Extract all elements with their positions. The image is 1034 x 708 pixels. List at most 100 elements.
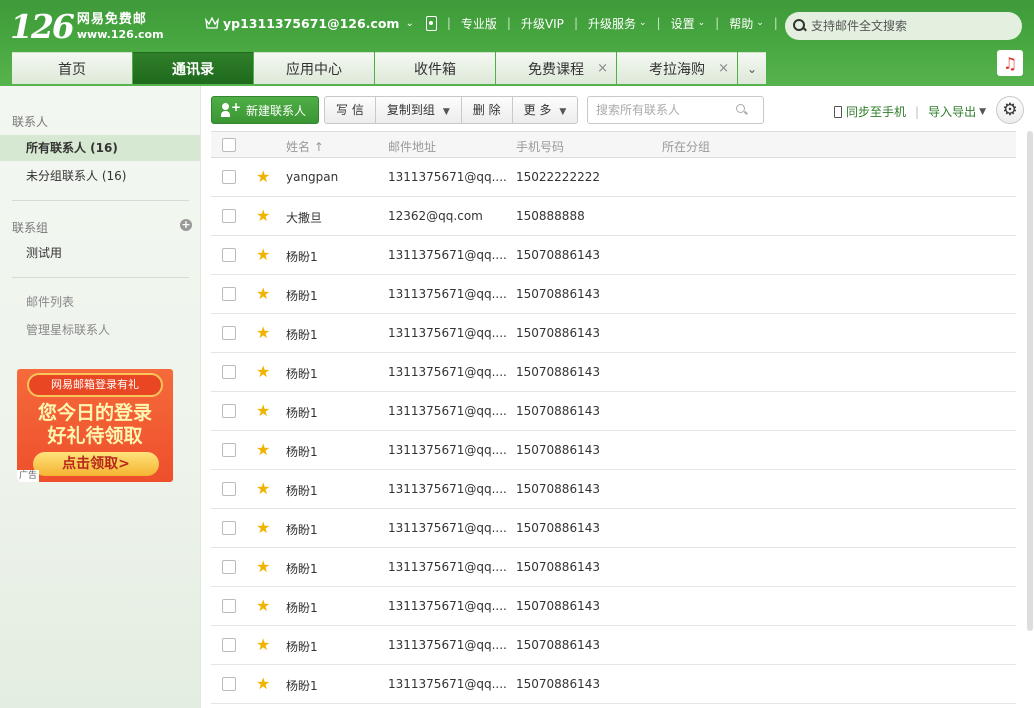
table-row[interactable]: ★ 杨盼1 1311375671@qq.... 15070886143 xyxy=(211,275,1016,314)
contact-name[interactable]: 杨盼1 xyxy=(286,287,318,304)
tabs-more-chevron-icon[interactable]: ⌄ xyxy=(738,52,766,84)
table-row[interactable]: ★ 杨盼1 1311375671@qq.... 15070886143 xyxy=(211,353,1016,392)
contact-name[interactable]: 杨盼1 xyxy=(286,677,318,694)
star-icon[interactable]: ★ xyxy=(256,207,270,225)
row-checkbox[interactable] xyxy=(222,638,236,652)
contact-name[interactable]: 杨盼1 xyxy=(286,326,318,343)
table-row[interactable]: ★ 杨盼1 1311375671@qq.... 15070886143 xyxy=(211,548,1016,587)
table-row[interactable]: ★ 杨盼1 1311375671@qq.... 15070886143 xyxy=(211,236,1016,275)
row-checkbox[interactable] xyxy=(222,326,236,340)
select-all-checkbox[interactable] xyxy=(222,138,236,152)
row-checkbox[interactable] xyxy=(222,404,236,418)
sync-to-phone-link[interactable]: 同步至手机 xyxy=(846,103,906,120)
header-name[interactable]: 姓名 ↑ xyxy=(286,138,324,155)
star-icon[interactable]: ★ xyxy=(256,363,270,381)
row-checkbox[interactable] xyxy=(222,521,236,535)
table-row[interactable]: ★ 杨盼1 1311375671@qq.... 15070886143 xyxy=(211,392,1016,431)
sidebar-item-group[interactable]: 测试用 xyxy=(0,240,200,266)
close-icon[interactable]: × xyxy=(597,61,608,76)
link-pro[interactable]: 专业版 xyxy=(461,15,497,32)
tab-home[interactable]: 首页 xyxy=(12,52,132,84)
star-icon[interactable]: ★ xyxy=(256,597,270,615)
contact-search-box[interactable] xyxy=(587,96,764,124)
sidebar-item-ungrouped[interactable]: 未分组联系人 (16) xyxy=(0,163,200,189)
contact-name[interactable]: 杨盼1 xyxy=(286,404,318,421)
contact-name[interactable]: 杨盼1 xyxy=(286,560,318,577)
row-checkbox[interactable] xyxy=(222,560,236,574)
star-icon[interactable]: ★ xyxy=(256,441,270,459)
header-group[interactable]: 所在分组 xyxy=(662,138,710,155)
link-settings[interactable]: 设置 xyxy=(671,15,695,32)
row-checkbox[interactable] xyxy=(222,209,236,223)
mail-search-input[interactable] xyxy=(811,19,1011,33)
tab-inbox[interactable]: 收件箱 xyxy=(375,52,495,84)
contact-name[interactable]: 杨盼1 xyxy=(286,599,318,616)
user-menu-chevron-icon[interactable]: ⌄ xyxy=(405,18,413,29)
table-row[interactable]: ★ 杨盼1 1311375671@qq.... 15070886143 xyxy=(211,587,1016,626)
link-help[interactable]: 帮助 xyxy=(729,15,753,32)
contact-name[interactable]: 杨盼1 xyxy=(286,248,318,265)
star-icon[interactable]: ★ xyxy=(256,519,270,537)
contact-name[interactable]: 杨盼1 xyxy=(286,482,318,499)
tab-app-center[interactable]: 应用中心 xyxy=(254,52,374,84)
contact-name[interactable]: 杨盼1 xyxy=(286,443,318,460)
table-row[interactable]: ★ 杨盼1 1311375671@qq.... 15070886143 xyxy=(211,665,1016,704)
header-email[interactable]: 邮件地址 xyxy=(388,138,436,155)
tab-kaola[interactable]: 考拉海购 × xyxy=(617,52,737,84)
promo-claim-button[interactable]: 点击领取> xyxy=(33,452,159,476)
import-export-link[interactable]: 导入导出 xyxy=(928,103,976,120)
star-icon[interactable]: ★ xyxy=(256,285,270,303)
search-icon[interactable] xyxy=(736,104,748,116)
logo[interactable]: 126 网易免费邮 www.126.com xyxy=(10,8,164,46)
header-phone[interactable]: 手机号码 xyxy=(516,138,564,155)
contact-search-input[interactable] xyxy=(596,103,736,117)
tab-contacts[interactable]: 通讯录 xyxy=(133,52,253,84)
contact-name[interactable]: 大撒旦 xyxy=(286,209,322,226)
tab-free-course[interactable]: 免费课程 × xyxy=(496,52,616,84)
star-icon[interactable]: ★ xyxy=(256,324,270,342)
delete-button[interactable]: 删 除 xyxy=(462,97,513,123)
row-checkbox[interactable] xyxy=(222,599,236,613)
star-icon[interactable]: ★ xyxy=(256,480,270,498)
music-icon[interactable]: ♫ xyxy=(997,50,1023,76)
more-button[interactable]: 更 多 ▼ xyxy=(513,97,578,123)
copy-to-group-button[interactable]: 复制到组 ▼ xyxy=(376,97,462,123)
contact-name[interactable]: 杨盼1 xyxy=(286,521,318,538)
star-icon[interactable]: ★ xyxy=(256,558,270,576)
contact-name[interactable]: yangpan xyxy=(286,170,338,184)
write-mail-button[interactable]: 写 信 xyxy=(325,97,376,123)
scrollbar[interactable] xyxy=(1027,131,1033,631)
mobile-icon[interactable] xyxy=(425,15,437,31)
link-upgrade-vip[interactable]: 升级VIP xyxy=(521,15,564,32)
row-checkbox[interactable] xyxy=(222,482,236,496)
star-icon[interactable]: ★ xyxy=(256,246,270,264)
row-checkbox[interactable] xyxy=(222,287,236,301)
row-checkbox[interactable] xyxy=(222,443,236,457)
close-icon[interactable]: × xyxy=(718,61,729,76)
sidebar-item-all-contacts[interactable]: 所有联系人 (16) xyxy=(0,135,200,161)
row-checkbox[interactable] xyxy=(222,248,236,262)
row-checkbox[interactable] xyxy=(222,170,236,184)
star-icon[interactable]: ★ xyxy=(256,675,270,693)
table-row[interactable]: ★ 杨盼1 1311375671@qq.... 15070886143 xyxy=(211,314,1016,353)
mail-search-box[interactable] xyxy=(785,12,1022,40)
promo-banner[interactable]: 网易邮箱登录有礼 您今日的登录 好礼待领取 点击领取> 广告 xyxy=(17,369,173,482)
search-icon[interactable] xyxy=(793,19,807,33)
link-upgrade-service[interactable]: 升级服务 xyxy=(588,15,636,32)
star-icon[interactable]: ★ xyxy=(256,168,270,186)
table-row[interactable]: ★ 杨盼1 1311375671@qq.... 15070886143 xyxy=(211,470,1016,509)
table-row[interactable]: ★ 杨盼1 1311375671@qq.... 15070886143 xyxy=(211,509,1016,548)
table-row[interactable]: ★ 杨盼1 1311375671@qq.... 15070886143 xyxy=(211,626,1016,665)
add-group-icon[interactable]: + xyxy=(180,219,192,231)
star-icon[interactable]: ★ xyxy=(256,636,270,654)
user-email[interactable]: yp1311375671@126.com xyxy=(223,16,399,31)
gear-icon[interactable]: ⚙ xyxy=(996,96,1024,124)
contact-name[interactable]: 杨盼1 xyxy=(286,638,318,655)
row-checkbox[interactable] xyxy=(222,365,236,379)
star-icon[interactable]: ★ xyxy=(256,402,270,420)
table-row[interactable]: ★ 大撒旦 12362@qq.com 150888888 xyxy=(211,197,1016,236)
new-contact-button[interactable]: 新建联系人 xyxy=(211,96,319,124)
contact-name[interactable]: 杨盼1 xyxy=(286,365,318,382)
table-row[interactable]: ★ 杨盼1 1311375671@qq.... 15070886143 xyxy=(211,431,1016,470)
sidebar-item-mail-list[interactable]: 邮件列表 xyxy=(0,289,200,315)
